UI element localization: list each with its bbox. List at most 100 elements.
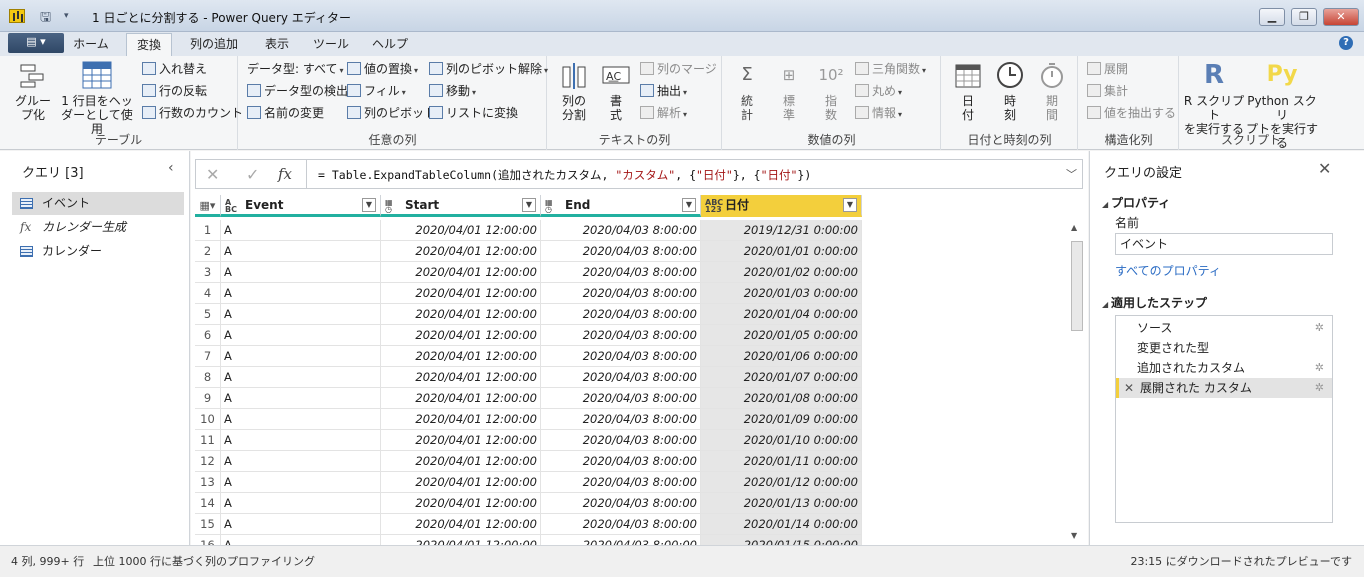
help-icon[interactable]: ? — [1339, 36, 1353, 50]
table-cell[interactable]: 2020/04/03 8:00:00 — [541, 535, 701, 545]
status-profiling[interactable]: 上位 1000 行に基づく列のプロファイリング — [93, 553, 315, 569]
move-button[interactable]: 移動 ▾ — [429, 81, 476, 101]
extract-values-button[interactable]: 値を抽出する — [1087, 103, 1176, 123]
row-number[interactable]: 7 — [195, 346, 221, 367]
query-item-event[interactable]: イベント — [12, 192, 184, 215]
gear-icon[interactable]: ✲ — [1315, 358, 1324, 378]
formula-bar[interactable]: ✕ ✓ fx = Table.ExpandTableColumn(追加されたカス… — [195, 159, 1083, 189]
table-cell[interactable]: A — [221, 472, 381, 493]
table-cell[interactable]: 2020/04/01 12:00:00 — [381, 241, 541, 262]
table-cell[interactable]: 2020/01/14 0:00:00 — [701, 514, 862, 535]
scrollbar-thumb[interactable] — [1071, 241, 1083, 331]
table-cell[interactable]: 2020/01/05 0:00:00 — [701, 325, 862, 346]
table-cell[interactable]: 2020/04/03 8:00:00 — [541, 451, 701, 472]
table-cell[interactable]: 2020/01/08 0:00:00 — [701, 388, 862, 409]
table-cell[interactable]: 2020/01/06 0:00:00 — [701, 346, 862, 367]
table-cell[interactable]: A — [221, 451, 381, 472]
count-rows-button[interactable]: 行数のカウント — [142, 103, 243, 123]
table-cell[interactable]: 2020/01/03 0:00:00 — [701, 283, 862, 304]
reverse-rows-button[interactable]: 行の反転 — [142, 81, 207, 101]
table-cell[interactable]: A — [221, 220, 381, 241]
table-cell[interactable]: 2020/01/13 0:00:00 — [701, 493, 862, 514]
step-changed-type[interactable]: 変更された型 — [1116, 338, 1332, 358]
rounding-button[interactable]: 丸め ▾ — [855, 81, 902, 101]
date-button[interactable]: 日 付 — [948, 60, 988, 122]
table-cell[interactable]: 2019/12/31 0:00:00 — [701, 220, 862, 241]
table-cell[interactable]: 2020/04/01 12:00:00 — [381, 262, 541, 283]
minimize-button[interactable]: ▁ — [1259, 8, 1285, 26]
function-icon[interactable]: fx — [278, 165, 292, 183]
tab-view[interactable]: 表示 — [256, 33, 298, 56]
row-number[interactable]: 2 — [195, 241, 221, 262]
query-item-calendar-function[interactable]: fx カレンダー生成 — [12, 216, 184, 239]
tab-help[interactable]: ヘルプ — [364, 33, 416, 56]
table-cell[interactable]: 2020/01/07 0:00:00 — [701, 367, 862, 388]
expand-button[interactable]: 展開 — [1087, 59, 1128, 79]
table-cell[interactable]: 2020/04/03 8:00:00 — [541, 430, 701, 451]
column-header-end[interactable]: ▦ ◷ End ▼ — [541, 195, 701, 217]
scientific-button[interactable]: 10² 指 数 — [811, 60, 851, 123]
unpivot-button[interactable]: 列のピボット解除 ▾ — [429, 59, 548, 79]
table-cell[interactable]: A — [221, 325, 381, 346]
row-number[interactable]: 9 — [195, 388, 221, 409]
column-header-event[interactable]: A BC Event ▼ — [221, 195, 381, 217]
table-cell[interactable]: 2020/04/03 8:00:00 — [541, 514, 701, 535]
table-cell[interactable]: 2020/04/03 8:00:00 — [541, 304, 701, 325]
step-expanded-custom[interactable]: ✕ 展開された カスタム ✲ — [1116, 378, 1332, 398]
duration-button[interactable]: 期 間 — [1032, 60, 1072, 122]
fill-button[interactable]: フィル ▾ — [347, 81, 406, 101]
tab-transform[interactable]: 変換 — [126, 33, 172, 56]
commit-formula-icon[interactable]: ✓ — [246, 165, 259, 184]
close-button[interactable]: ✕ — [1323, 8, 1359, 26]
pivot-button[interactable]: 列のピボット — [347, 103, 436, 123]
run-r-script-button[interactable]: R R スクリプト を実行する — [1182, 60, 1246, 136]
table-menu-button[interactable]: ▦▾ — [195, 195, 221, 217]
tab-home[interactable]: ホーム — [68, 33, 114, 56]
table-cell[interactable]: 2020/04/01 12:00:00 — [381, 472, 541, 493]
table-cell[interactable]: 2020/04/01 12:00:00 — [381, 535, 541, 545]
table-cell[interactable]: 2020/04/01 12:00:00 — [381, 367, 541, 388]
table-cell[interactable]: 2020/04/01 12:00:00 — [381, 451, 541, 472]
rename-button[interactable]: 名前の変更 — [247, 103, 324, 123]
all-properties-link[interactable]: すべてのプロパティ — [1115, 262, 1221, 279]
table-cell[interactable]: 2020/04/03 8:00:00 — [541, 472, 701, 493]
standard-button[interactable]: ⊞ 標 準 — [769, 60, 809, 123]
table-cell[interactable]: 2020/04/03 8:00:00 — [541, 262, 701, 283]
step-source[interactable]: ソース ✲ — [1116, 318, 1332, 338]
maximize-button[interactable]: ❐ — [1291, 8, 1317, 26]
replace-values-button[interactable]: 値の置換 ▾ — [347, 59, 418, 79]
tab-add-column[interactable]: 列の追加 — [182, 33, 246, 56]
table-cell[interactable]: 2020/04/01 12:00:00 — [381, 304, 541, 325]
information-button[interactable]: 情報 ▾ — [855, 103, 902, 123]
column-header-start[interactable]: ▦ ◷ Start ▼ — [381, 195, 541, 217]
row-number[interactable]: 11 — [195, 430, 221, 451]
table-cell[interactable]: 2020/01/10 0:00:00 — [701, 430, 862, 451]
row-number[interactable]: 14 — [195, 493, 221, 514]
table-cell[interactable]: 2020/04/03 8:00:00 — [541, 493, 701, 514]
column-header-date[interactable]: ABC 123 日付 ▼ — [701, 195, 862, 217]
table-cell[interactable]: 2020/04/01 12:00:00 — [381, 388, 541, 409]
step-added-custom[interactable]: 追加されたカスタム ✲ — [1116, 358, 1332, 378]
table-cell[interactable]: A — [221, 241, 381, 262]
time-button[interactable]: 時 刻 — [990, 60, 1030, 122]
table-cell[interactable]: 2020/01/02 0:00:00 — [701, 262, 862, 283]
table-cell[interactable]: 2020/01/04 0:00:00 — [701, 304, 862, 325]
row-number[interactable]: 16 — [195, 535, 221, 545]
table-cell[interactable]: 2020/04/01 12:00:00 — [381, 346, 541, 367]
table-cell[interactable]: 2020/01/12 0:00:00 — [701, 472, 862, 493]
row-number[interactable]: 8 — [195, 367, 221, 388]
group-by-button[interactable]: グルー プ化 — [10, 60, 56, 122]
row-number[interactable]: 10 — [195, 409, 221, 430]
query-name-input[interactable]: イベント — [1115, 233, 1333, 255]
vertical-scrollbar[interactable]: ▲ ▼ — [1069, 221, 1085, 543]
table-cell[interactable]: A — [221, 493, 381, 514]
table-cell[interactable]: 2020/04/01 12:00:00 — [381, 430, 541, 451]
table-cell[interactable]: 2020/04/03 8:00:00 — [541, 283, 701, 304]
aggregate-button[interactable]: 集計 — [1087, 81, 1128, 101]
gear-icon[interactable]: ✲ — [1315, 378, 1324, 398]
table-cell[interactable]: 2020/04/03 8:00:00 — [541, 220, 701, 241]
collapse-icon[interactable]: ‹ — [168, 160, 174, 176]
trigonometry-button[interactable]: 三角関数 ▾ — [855, 59, 926, 79]
row-number[interactable]: 1 — [195, 220, 221, 241]
statistics-button[interactable]: Σ 統 計 — [727, 60, 767, 123]
